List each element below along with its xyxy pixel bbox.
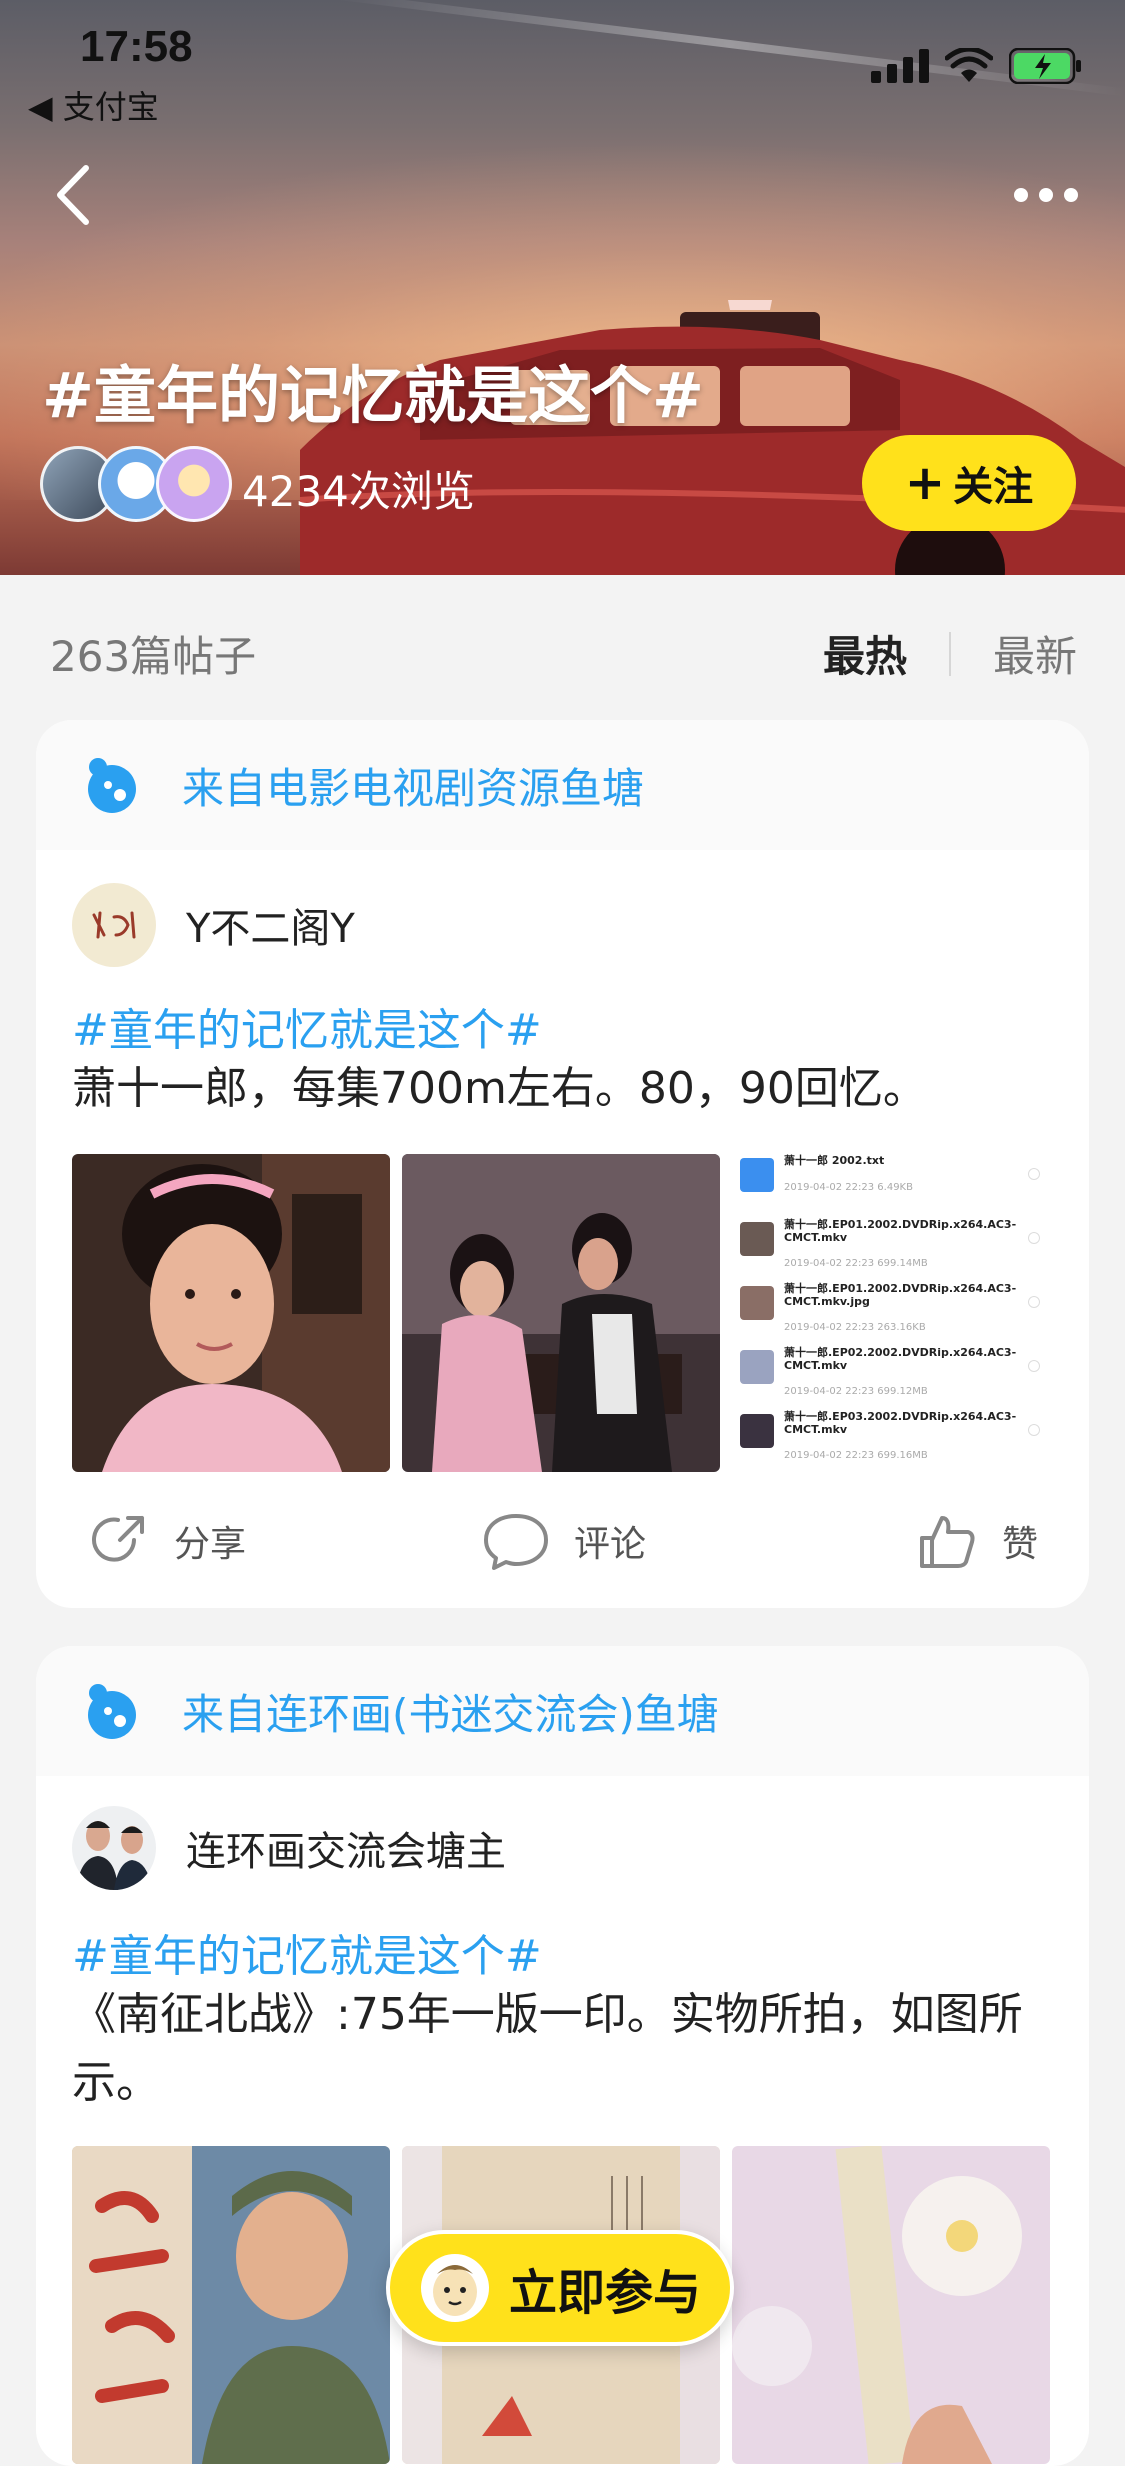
comic-book-spine-image xyxy=(732,2146,1050,2464)
battery-charging-icon xyxy=(1009,48,1081,84)
post-text: 《南征北战》:75年一版一印。实物所拍，如图所示。 xyxy=(72,1989,1023,2108)
file-name: 萧十一郎.EP02.2002.DVDRip.x264.AC3-CMCT.mkv xyxy=(784,1346,1017,1372)
video-thumbnail-icon xyxy=(740,1222,774,1256)
file-name: 萧十一郎 2002.txt xyxy=(784,1154,885,1167)
pond-source-bar[interactable]: 来自连环画(书迷交流会)鱼塘 xyxy=(36,1646,1089,1776)
post-count: 263篇帖子 xyxy=(50,632,257,681)
text-file-icon xyxy=(740,1158,774,1192)
select-circle-icon xyxy=(1028,1424,1040,1436)
author-name: Y不二阁Y xyxy=(186,906,355,952)
follow-button[interactable]: + 关注 xyxy=(862,435,1076,531)
sort-tab-hot[interactable]: 最热 xyxy=(823,623,907,684)
avatar xyxy=(72,883,156,967)
avatar-photo-image xyxy=(72,1806,156,1890)
wifi-icon xyxy=(945,48,993,82)
avatar-calligraphy-icon xyxy=(92,911,136,939)
video-thumbnail-icon xyxy=(740,1414,774,1448)
list-item: 萧十一郎.EP01.2002.DVDRip.x264.AC3-CMCT.mkv.… xyxy=(740,1282,1040,1340)
file-meta: 2019-04-02 22:23 699.12MB xyxy=(784,1386,928,1397)
mascot-icon xyxy=(420,2254,489,2322)
file-meta: 2019-04-02 22:23 6.49KB xyxy=(784,1182,913,1193)
drama-still-couple-image xyxy=(402,1154,720,1472)
post-image[interactable] xyxy=(72,1154,390,1472)
image-thumbnail-icon xyxy=(740,1286,774,1320)
pond-source-bar[interactable]: 来自电影电视剧资源鱼塘 xyxy=(36,720,1089,850)
file-name: 萧十一郎.EP01.2002.DVDRip.x264.AC3-CMCT.mkv.… xyxy=(784,1282,1017,1308)
post-card[interactable]: 来自电影电视剧资源鱼塘 Y不二阁Y #童年的记忆就是这个# 萧十一郎，每集700… xyxy=(36,720,1089,1608)
thumbs-up-icon xyxy=(920,1516,975,1568)
post-author[interactable]: Y不二阁Y xyxy=(72,883,355,967)
join-now-label: 立即参与 xyxy=(508,2265,701,2321)
post-image[interactable] xyxy=(732,2146,1050,2464)
file-meta: 2019-04-02 22:23 263.16KB xyxy=(784,1322,926,1333)
avatar xyxy=(72,1806,156,1890)
select-circle-icon xyxy=(1028,1232,1040,1244)
status-time: 17:58 xyxy=(80,22,193,71)
list-item: 萧十一郎.EP01.2002.DVDRip.x264.AC3-CMCT.mkv … xyxy=(740,1218,1040,1276)
sort-tabs: 最热 最新 xyxy=(823,623,1077,684)
like-label: 赞 xyxy=(1002,1524,1039,1565)
post-hashtag-link[interactable]: #童年的记忆就是这个# xyxy=(72,1920,542,1984)
drama-still-woman-image xyxy=(72,1154,390,1472)
file-name: 萧十一郎.EP03.2002.DVDRip.x264.AC3-CMCT.mkv xyxy=(784,1410,1017,1436)
back-arrow-icon[interactable] xyxy=(50,160,100,230)
post-hashtag-link[interactable]: #童年的记忆就是这个# xyxy=(72,994,542,1058)
sort-divider xyxy=(948,631,951,676)
follow-button-label: 关注 xyxy=(953,464,1034,510)
list-item: 萧十一郎.EP03.2002.DVDRip.x264.AC3-CMCT.mkv … xyxy=(740,1410,1040,1468)
pond-source-label: 来自连环画(书迷交流会)鱼塘 xyxy=(182,1689,719,1739)
pond-source-label: 来自电影电视剧资源鱼塘 xyxy=(182,763,645,813)
post-image[interactable] xyxy=(72,2146,390,2464)
select-circle-icon xyxy=(1028,1296,1040,1308)
list-item: 萧十一郎.EP02.2002.DVDRip.x264.AC3-CMCT.mkv … xyxy=(740,1346,1040,1404)
share-label: 分享 xyxy=(174,1524,247,1565)
video-thumbnail-icon xyxy=(740,1350,774,1384)
file-meta: 2019-04-02 22:23 699.16MB xyxy=(784,1450,928,1461)
post-image[interactable] xyxy=(402,1154,720,1472)
return-to-app-link[interactable]: ◀ 支付宝 xyxy=(28,82,159,128)
author-name: 连环画交流会塘主 xyxy=(186,1829,506,1875)
select-circle-icon xyxy=(1028,1168,1040,1180)
participant-avatars xyxy=(40,446,240,522)
fish-pond-icon xyxy=(88,758,136,813)
fish-pond-icon xyxy=(88,1684,136,1739)
more-options-icon[interactable] xyxy=(1011,175,1081,215)
post-image-file-list[interactable]: 萧十一郎 2002.txt 2019-04-02 22:23 6.49KB 萧十… xyxy=(732,1154,1050,1472)
comment-icon xyxy=(484,1514,548,1570)
join-now-button[interactable]: 立即参与 xyxy=(386,2230,734,2346)
file-name: 萧十一郎.EP01.2002.DVDRip.x264.AC3-CMCT.mkv xyxy=(784,1218,1017,1244)
post-actions: 分享 评论 赞 xyxy=(36,1490,1089,1590)
select-circle-icon xyxy=(1028,1360,1040,1372)
topic-title: #童年的记忆就是这个# xyxy=(42,359,704,432)
view-count: 4234次浏览 xyxy=(242,467,475,516)
share-icon xyxy=(92,1516,144,1562)
file-meta: 2019-04-02 22:23 699.14MB xyxy=(784,1258,928,1269)
cellular-signal-icon xyxy=(871,49,929,83)
post-author[interactable]: 连环画交流会塘主 xyxy=(72,1806,506,1890)
list-item: 萧十一郎 2002.txt 2019-04-02 22:23 6.49KB xyxy=(740,1154,1040,1212)
comment-button[interactable]: 评论 xyxy=(482,1510,646,1572)
comic-book-cover-image xyxy=(72,2146,390,2464)
like-button[interactable]: 赞 xyxy=(916,1510,1038,1572)
status-icons xyxy=(871,48,1083,84)
post-text: 萧十一郎，每集700m左右。80，90回忆。 xyxy=(72,1063,927,1114)
sort-tab-newest[interactable]: 最新 xyxy=(993,623,1077,684)
avatar xyxy=(156,446,232,522)
plus-icon: + xyxy=(904,455,946,511)
comment-label: 评论 xyxy=(574,1524,647,1565)
share-button[interactable]: 分享 xyxy=(88,1510,246,1572)
